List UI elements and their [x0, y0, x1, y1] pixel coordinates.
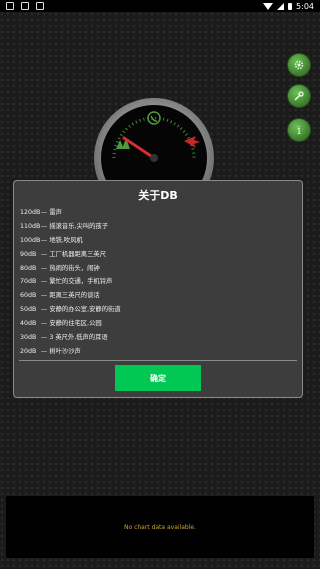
- db-description: 工厂机器距离三英尺: [49, 250, 106, 258]
- battery-icon: [288, 2, 293, 10]
- list-item: 20dB — 树叶沙沙声: [20, 347, 81, 355]
- signal-icon: [277, 2, 285, 10]
- settings-button[interactable]: [287, 53, 311, 77]
- db-description: 距离三英尺的谈话: [49, 292, 100, 300]
- notification-icon: [6, 2, 14, 10]
- chart-empty-message: No chart data available.: [124, 523, 196, 531]
- db-description: 地铁,吹风机: [49, 236, 83, 244]
- db-description: 繁忙的交通，手机铃声: [49, 278, 113, 286]
- wifi-icon: [263, 2, 274, 10]
- db-level-list: 120dB — 雷声 110dB — 摇滚音乐,尖叫的孩子 100dB — 地铁…: [20, 207, 296, 360]
- db-description: 摇滚音乐,尖叫的孩子: [49, 222, 108, 230]
- list-item: 100dB — 地铁,吹风机: [20, 236, 83, 244]
- db-value: 120dB: [20, 209, 41, 216]
- db-description: 热闹的街头，闹钟: [49, 264, 100, 272]
- info-icon: i: [297, 123, 301, 137]
- db-description: 安静的住宅区,公园: [49, 320, 102, 328]
- db-description: 安静的办公室,安静的街道: [49, 306, 121, 314]
- db-description: 雷声: [49, 209, 62, 216]
- notification-icon: [36, 2, 44, 10]
- list-item: 50dB — 安静的办公室,安静的街道: [20, 306, 121, 314]
- notification-icon: [21, 2, 29, 10]
- list-item: 70dB — 繁忙的交通，手机铃声: [20, 278, 113, 286]
- list-item: 120dB — 雷声: [20, 209, 62, 216]
- wrench-icon: [294, 91, 304, 101]
- db-value: 110dB: [20, 222, 41, 230]
- db-description: 3 英尺外,低声的耳语: [49, 334, 108, 342]
- list-item: 30dB — 3 英尺外,低声的耳语: [20, 334, 108, 342]
- info-button[interactable]: i: [287, 118, 311, 142]
- db-value: 100dB: [20, 236, 41, 244]
- list-item: 40dB — 安静的住宅区,公园: [20, 320, 102, 328]
- db-value: 70dB: [20, 278, 37, 286]
- db-value: 20dB: [20, 347, 37, 355]
- db-value: 60dB: [20, 292, 37, 300]
- db-value: 80dB: [20, 264, 37, 272]
- ok-button[interactable]: 确定: [115, 365, 201, 391]
- dialog-title: 关于DB: [138, 189, 178, 202]
- list-item: 90dB — 工厂机器距离三英尺: [20, 250, 106, 258]
- tools-button[interactable]: [287, 84, 311, 108]
- db-value: 40dB: [20, 320, 37, 328]
- chart-panel: No chart data available.: [6, 496, 314, 558]
- list-item: 80dB — 热闹的街头，闹钟: [20, 264, 100, 272]
- db-description: 树叶沙沙声: [49, 347, 81, 355]
- status-time: 5:04: [296, 1, 314, 11]
- db-value: 50dB: [20, 306, 37, 314]
- settings-icon: [294, 60, 304, 70]
- divider: [19, 360, 297, 361]
- status-bar: 5:04: [0, 0, 320, 12]
- list-item: 60dB — 距离三英尺的谈话: [20, 292, 100, 300]
- list-item: 110dB — 摇滚音乐,尖叫的孩子: [20, 222, 108, 230]
- db-value: 90dB: [20, 250, 37, 258]
- about-db-dialog: 关于DB 120dB — 雷声 110dB — 摇滚音乐,尖叫的孩子 100dB…: [13, 180, 303, 398]
- db-value: 30dB: [20, 334, 37, 342]
